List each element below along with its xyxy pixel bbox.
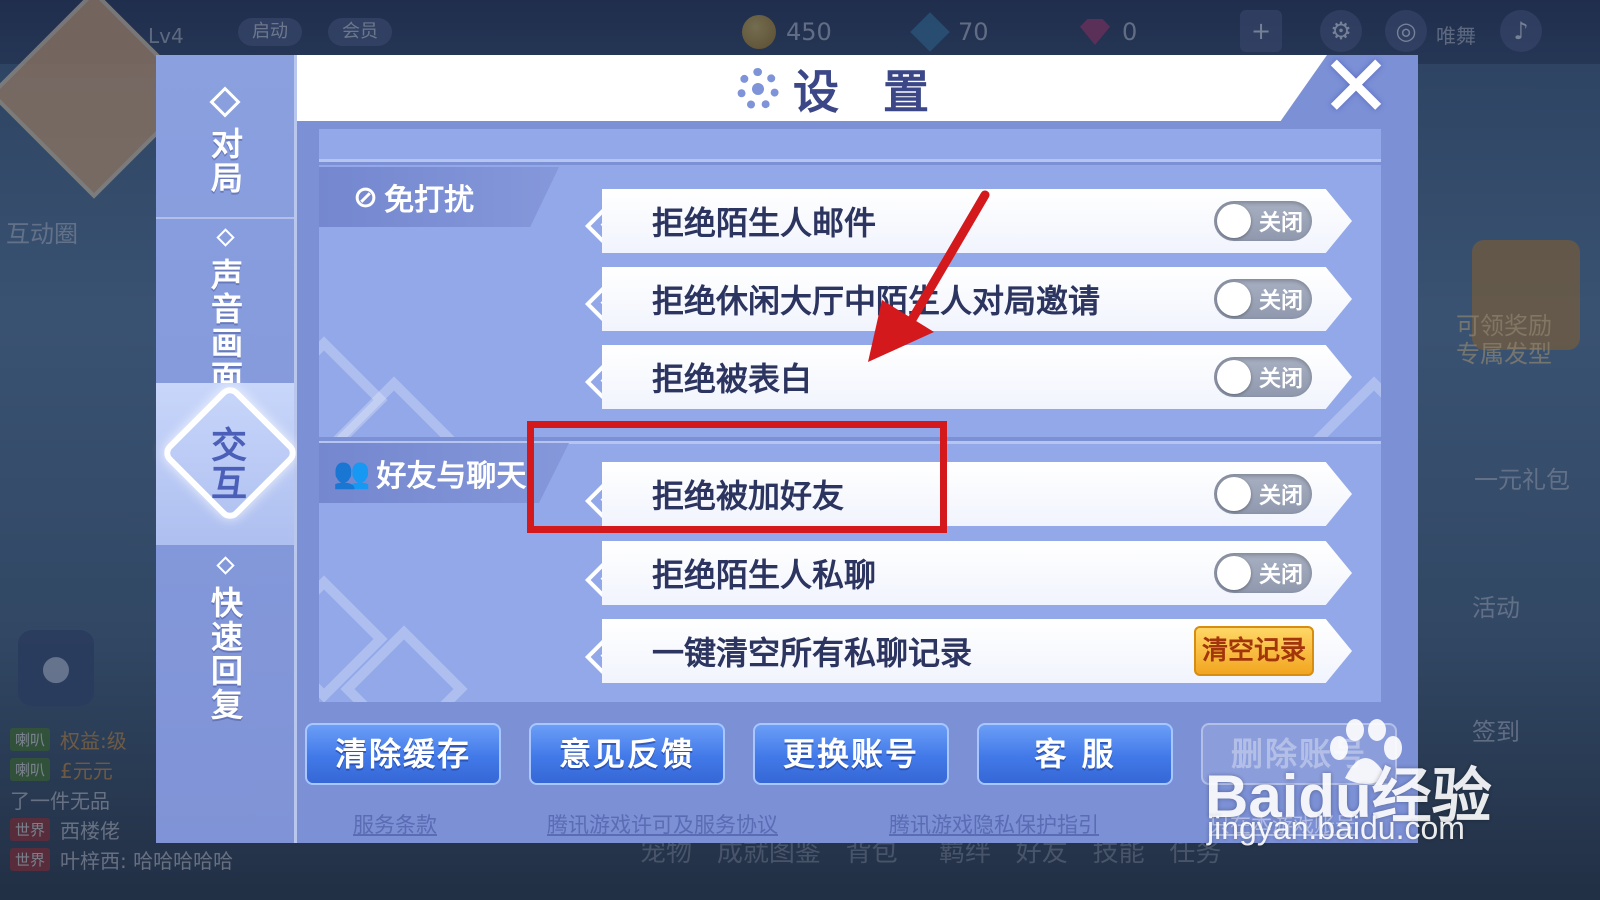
tab-interaction[interactable]: 交互 <box>156 382 301 545</box>
customer-service-button[interactable]: 客 服 <box>977 723 1173 785</box>
toggle-knob <box>1217 204 1251 238</box>
close-button[interactable]: ✕ <box>1316 44 1396 130</box>
friends-icon: 👥 <box>333 455 371 491</box>
terms-link[interactable]: 服务条款 <box>353 809 437 839</box>
diamond-icon <box>215 556 235 575</box>
toggle-state: 关闭 <box>1259 289 1304 314</box>
privacy-link[interactable]: 腾讯游戏隐私保护指引 <box>889 809 1099 839</box>
diamond-icon <box>215 228 235 247</box>
no-entry-icon: ⊘ <box>353 179 379 215</box>
gear-icon <box>737 68 779 110</box>
toggle-switch[interactable]: 关闭 <box>1214 201 1312 241</box>
setting-label: 拒绝被表白 <box>652 360 813 398</box>
tab-label: 快速回复 <box>206 586 244 722</box>
toggle-knob <box>1217 477 1251 511</box>
clear-records-button[interactable]: 清空记录 <box>1194 626 1314 676</box>
toggle-state: 关闭 <box>1259 563 1304 588</box>
setting-row: 一键清空所有私聊记录 清空记录 <box>602 619 1352 683</box>
toggle-switch[interactable]: 关闭 <box>1214 474 1312 514</box>
setting-label: 一键清空所有私聊记录 <box>652 634 973 672</box>
toggle-switch[interactable]: 关闭 <box>1214 553 1312 593</box>
toggle-knob <box>1217 360 1251 394</box>
highlight-box <box>527 421 947 533</box>
tab-label: 对局 <box>206 127 244 195</box>
toggle-state: 关闭 <box>1259 367 1304 392</box>
title-bar: 设 置 <box>297 55 1327 121</box>
clear-cache-button[interactable]: 清除缓存 <box>305 723 501 785</box>
annotation-arrow-icon <box>868 190 990 362</box>
diamond-icon <box>209 86 241 118</box>
toggle-knob <box>1217 282 1251 316</box>
dialog-title: 设 置 <box>737 61 943 119</box>
toggle-switch[interactable]: 关闭 <box>1214 357 1312 397</box>
scroll-top-edge <box>319 129 1381 162</box>
toggle-state: 关闭 <box>1259 211 1304 236</box>
license-link[interactable]: 腾讯游戏许可及服务协议 <box>547 809 778 839</box>
tab-divider <box>156 217 294 219</box>
tab-label: 声音画面 <box>206 258 244 394</box>
tab-match[interactable]: 对局 <box>156 86 294 195</box>
switch-account-button[interactable]: 更换账号 <box>753 723 949 785</box>
tab-sound-graphics[interactable]: 声音画面 <box>156 228 294 394</box>
toggle-switch[interactable]: 关闭 <box>1214 279 1312 319</box>
feedback-button[interactable]: 意见反馈 <box>529 723 725 785</box>
settings-tab-bar: 对局 声音画面 交互 快速回复 <box>156 55 301 843</box>
section-title: 好友与聊天 <box>376 459 527 494</box>
watermark-url: jingyan.baidu.com <box>1207 810 1465 846</box>
setting-label: 拒绝陌生人邮件 <box>652 204 877 242</box>
setting-row: 拒绝陌生人私聊 关闭 <box>602 541 1352 605</box>
setting-label: 拒绝陌生人私聊 <box>652 556 877 594</box>
section-title: 免打扰 <box>384 183 475 218</box>
tab-label: 交互 <box>205 426 246 502</box>
section-header-do-not-disturb: ⊘ 免打扰 <box>319 167 559 227</box>
tab-quick-reply[interactable]: 快速回复 <box>156 556 294 722</box>
toggle-knob <box>1217 556 1251 590</box>
title-text: 设 置 <box>793 65 944 119</box>
toggle-state: 关闭 <box>1259 484 1304 509</box>
